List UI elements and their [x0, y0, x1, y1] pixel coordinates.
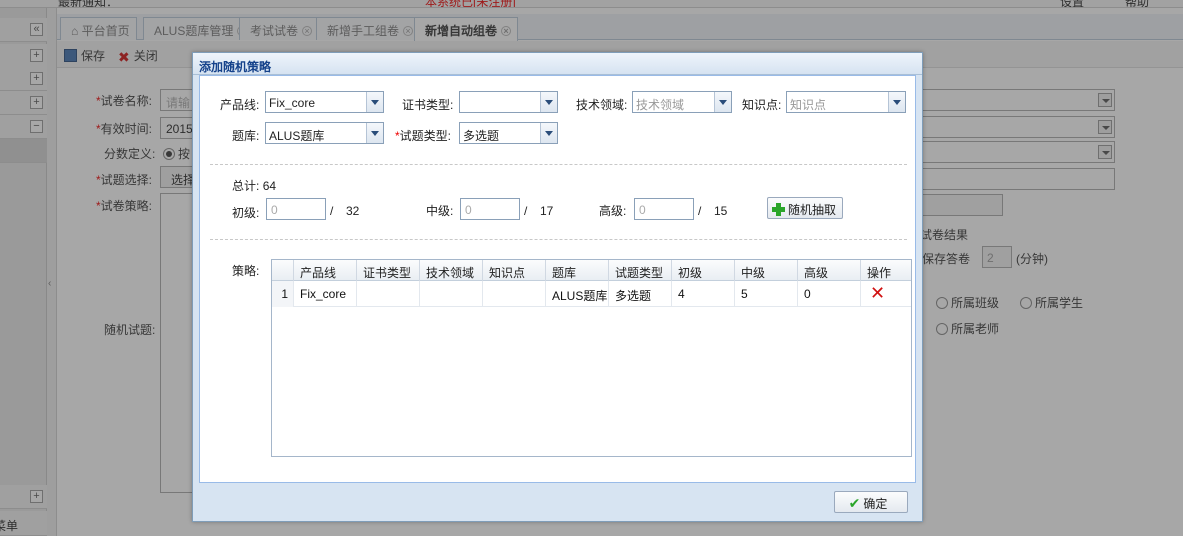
divider	[210, 239, 907, 240]
row-number-header	[272, 260, 294, 281]
cell-bank: ALUS题库	[546, 281, 609, 307]
tech-field-placeholder: 技术领域	[636, 98, 685, 112]
cert-type-label: 证书类型:	[402, 98, 454, 112]
total-label: 总计: 64	[232, 179, 277, 193]
cell-tech-field	[420, 281, 483, 307]
tech-field-label: 技术领域:	[576, 98, 628, 112]
chevron-down-icon[interactable]	[540, 123, 557, 143]
col-knowledge[interactable]: 知识点	[483, 260, 546, 281]
adv-slash: /	[698, 204, 702, 218]
chevron-down-icon[interactable]	[714, 92, 731, 112]
divider	[210, 164, 907, 165]
knowledge-label: 知识点:	[742, 98, 782, 112]
col-adv[interactable]: 高级	[798, 260, 861, 281]
adv-max: 15	[714, 204, 728, 218]
adv-count-input[interactable]: 0	[634, 198, 694, 220]
cell-knowledge	[483, 281, 546, 307]
cell-action: ✕	[861, 281, 911, 307]
random-pick-button[interactable]: 随机抽取	[767, 197, 844, 219]
chevron-down-icon[interactable]	[366, 92, 383, 112]
chevron-down-icon[interactable]	[888, 92, 905, 112]
ok-label: 确定	[863, 497, 888, 511]
col-question-type[interactable]: 试题类型	[609, 260, 672, 281]
col-basic[interactable]: 初级	[672, 260, 735, 281]
question-type-value: 多选题	[463, 129, 500, 143]
dialog-title[interactable]: 添加随机策略	[193, 53, 922, 75]
bank-select[interactable]: ALUS题库	[265, 122, 384, 144]
col-action: 操作	[867, 266, 892, 280]
basic-max: 32	[346, 204, 360, 218]
bank-value: ALUS题库	[269, 129, 325, 143]
knowledge-select[interactable]: 知识点	[786, 91, 906, 113]
dialog-body: 产品线: Fix_core 证书类型: 技术领域: 技术领域 知识点: 知识点 …	[199, 75, 916, 483]
adv-label: 高级:	[599, 204, 627, 218]
row-number: 1	[272, 281, 294, 307]
product-line-label: 产品线:	[220, 98, 260, 112]
product-line-value: Fix_core	[269, 96, 316, 110]
col-cert-type[interactable]: 证书类型	[357, 260, 420, 281]
col-mid[interactable]: 中级	[735, 260, 798, 281]
cell-product-line: Fix_core	[294, 281, 357, 307]
cell-adv: 0	[798, 281, 861, 307]
cell-question-type: 多选题	[609, 281, 672, 307]
ok-button[interactable]: ✔ 确定	[834, 491, 908, 513]
cell-cert-type	[357, 281, 420, 307]
cell-mid: 5	[735, 281, 798, 307]
question-type-label: *试题类型:	[395, 129, 452, 143]
mid-label: 中级:	[426, 204, 454, 218]
col-bank[interactable]: 题库	[546, 260, 609, 281]
add-icon	[772, 203, 785, 216]
basic-label: 初级:	[232, 206, 260, 220]
chevron-down-icon[interactable]	[366, 123, 383, 143]
random-pick-label: 随机抽取	[788, 203, 837, 217]
mid-count-input[interactable]: 0	[460, 198, 520, 220]
grid-header: 产品线 证书类型 技术领域 知识点 题库 试题类型 初级 中级 高级 操作	[272, 260, 911, 281]
tech-field-select[interactable]: 技术领域	[632, 91, 732, 113]
knowledge-placeholder: 知识点	[790, 98, 827, 112]
mid-slash: /	[524, 204, 528, 218]
col-tech-field[interactable]: 技术领域	[420, 260, 483, 281]
bank-label: 题库:	[232, 129, 260, 143]
basic-slash: /	[330, 204, 334, 218]
strategy-grid: 产品线 证书类型 技术领域 知识点 题库 试题类型 初级 中级 高级 操作 1 …	[271, 259, 912, 457]
delete-icon[interactable]: ✕	[870, 284, 885, 302]
mid-max: 17	[540, 204, 554, 218]
question-type-select[interactable]: 多选题	[459, 122, 558, 144]
strategy-label: 策略:	[232, 264, 260, 278]
dialog-footer: ✔ 确定	[193, 483, 922, 521]
product-line-select[interactable]: Fix_core	[265, 91, 384, 113]
add-random-strategy-dialog: 添加随机策略 产品线: Fix_core 证书类型: 技术领域: 技术领域 知识…	[192, 52, 923, 522]
col-product-line[interactable]: 产品线	[294, 260, 357, 281]
cell-basic: 4	[672, 281, 735, 307]
chevron-down-icon[interactable]	[540, 92, 557, 112]
basic-count-input[interactable]: 0	[266, 198, 326, 220]
check-icon: ✔	[848, 495, 861, 511]
cert-type-select[interactable]	[459, 91, 558, 113]
total-value: 64	[262, 179, 277, 193]
